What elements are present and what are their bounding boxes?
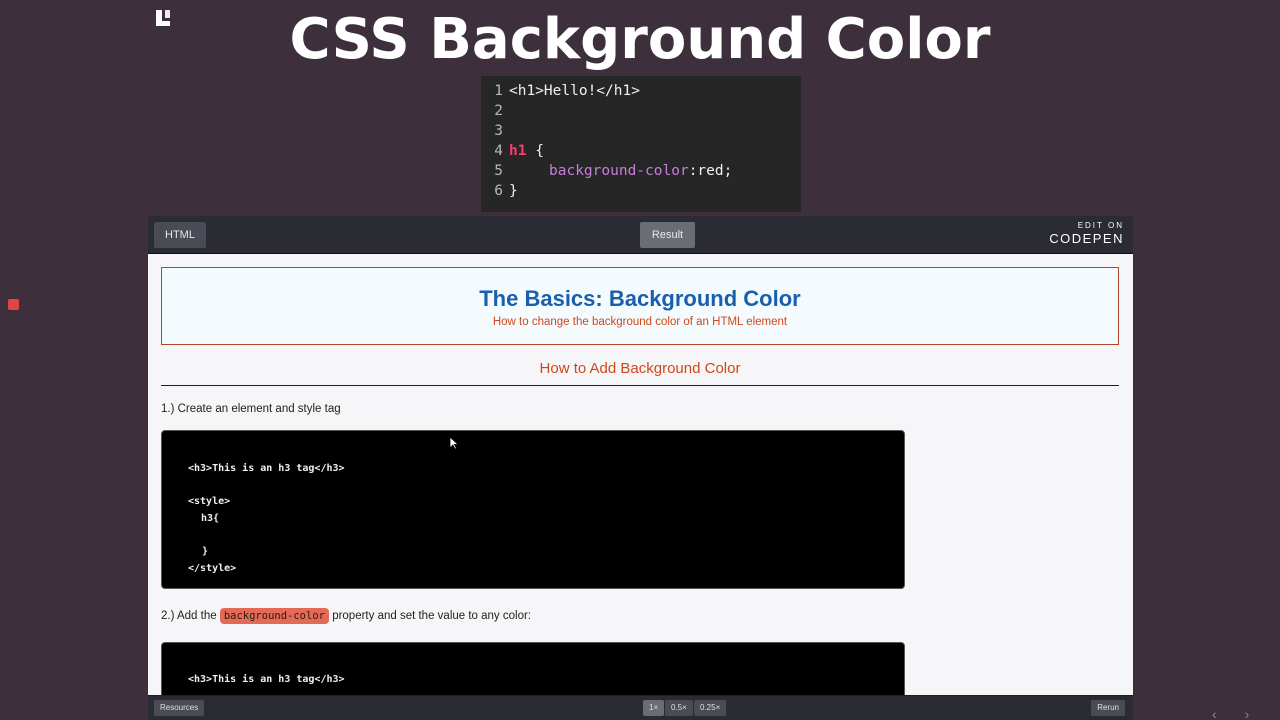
zoom-half-button[interactable]: 0.5× [665,700,693,716]
record-stop-icon[interactable] [8,299,19,310]
code-block-2: <h3>This is an h3 tag</h3> [161,642,905,695]
resources-button[interactable]: Resources [154,700,205,716]
page-subtitle: How to change the background color of an… [492,316,788,328]
codepen-embed: HTML Result EDIT ON CODEPEN The Basics: … [148,216,1133,720]
codepen-logo: CODEPEN [1049,231,1124,246]
page-title: The Basics: Background Color [479,286,801,311]
section-divider [161,385,1119,386]
embed-footer: Resources 1× 0.5× 0.25× Rerun [148,696,1133,720]
tab-result[interactable]: Result [640,222,695,248]
zoom-1x-button[interactable]: 1× [643,700,665,716]
step-1-text: 1.) Create an element and style tag [161,403,341,415]
step-2-text: 2.) Add the background-color property an… [161,608,531,624]
step-2-suffix: property and set the value to any color: [332,610,532,622]
embed-toolbar: HTML Result EDIT ON CODEPEN [148,216,1133,254]
code-line: 5 background-color:red; [494,163,733,179]
code-line: 1 <h1>Hello!</h1> [494,83,640,99]
code-snippet: 1 <h1>Hello!</h1> 2 3 4 h1 { 5 background-c… [481,76,801,212]
code-line: <h3>This is an h3 tag</h3> [188,463,345,474]
slide-nav[interactable]: ‹ › [1212,706,1272,720]
code-line: </style> [188,563,237,574]
code-line: 6} [494,183,518,199]
chevron-left-icon[interactable]: ‹ [1212,706,1217,720]
edit-on-label: EDIT ON [1077,221,1124,230]
chevron-right-icon[interactable]: › [1245,706,1250,720]
zoom-quarter-button[interactable]: 0.25× [694,700,727,716]
code-line: 3 [494,123,503,139]
step-2-prefix: 2.) Add the [161,610,217,622]
code-line: <h3>This is an h3 tag</h3> [188,674,345,685]
mouse-cursor-icon [449,436,459,450]
code-line: 4 h1 { [494,143,544,159]
slide-title: CSS Background Color [289,7,991,72]
slide: CSS Background Color 1 <h1>Hello!</h1> 2 … [0,0,1280,720]
page-header: The Basics: Background Color How to chan… [161,267,1119,345]
inline-code: background-color [219,608,329,624]
code-block-1: <h3>This is an h3 tag</h3> <style> h3{ }… [161,430,905,589]
rerun-button[interactable]: Rerun [1091,700,1125,716]
code-line: <style> [188,496,231,507]
section-title: How to Add Background Color [539,360,741,377]
edit-on-codepen-link[interactable]: EDIT ON CODEPEN [1049,221,1124,247]
code-line: h3{ [201,513,220,524]
result-pane: The Basics: Background Color How to chan… [148,254,1133,695]
code-line: 2 [494,103,503,119]
code-line: } [202,546,209,557]
tab-html[interactable]: HTML [154,222,206,248]
